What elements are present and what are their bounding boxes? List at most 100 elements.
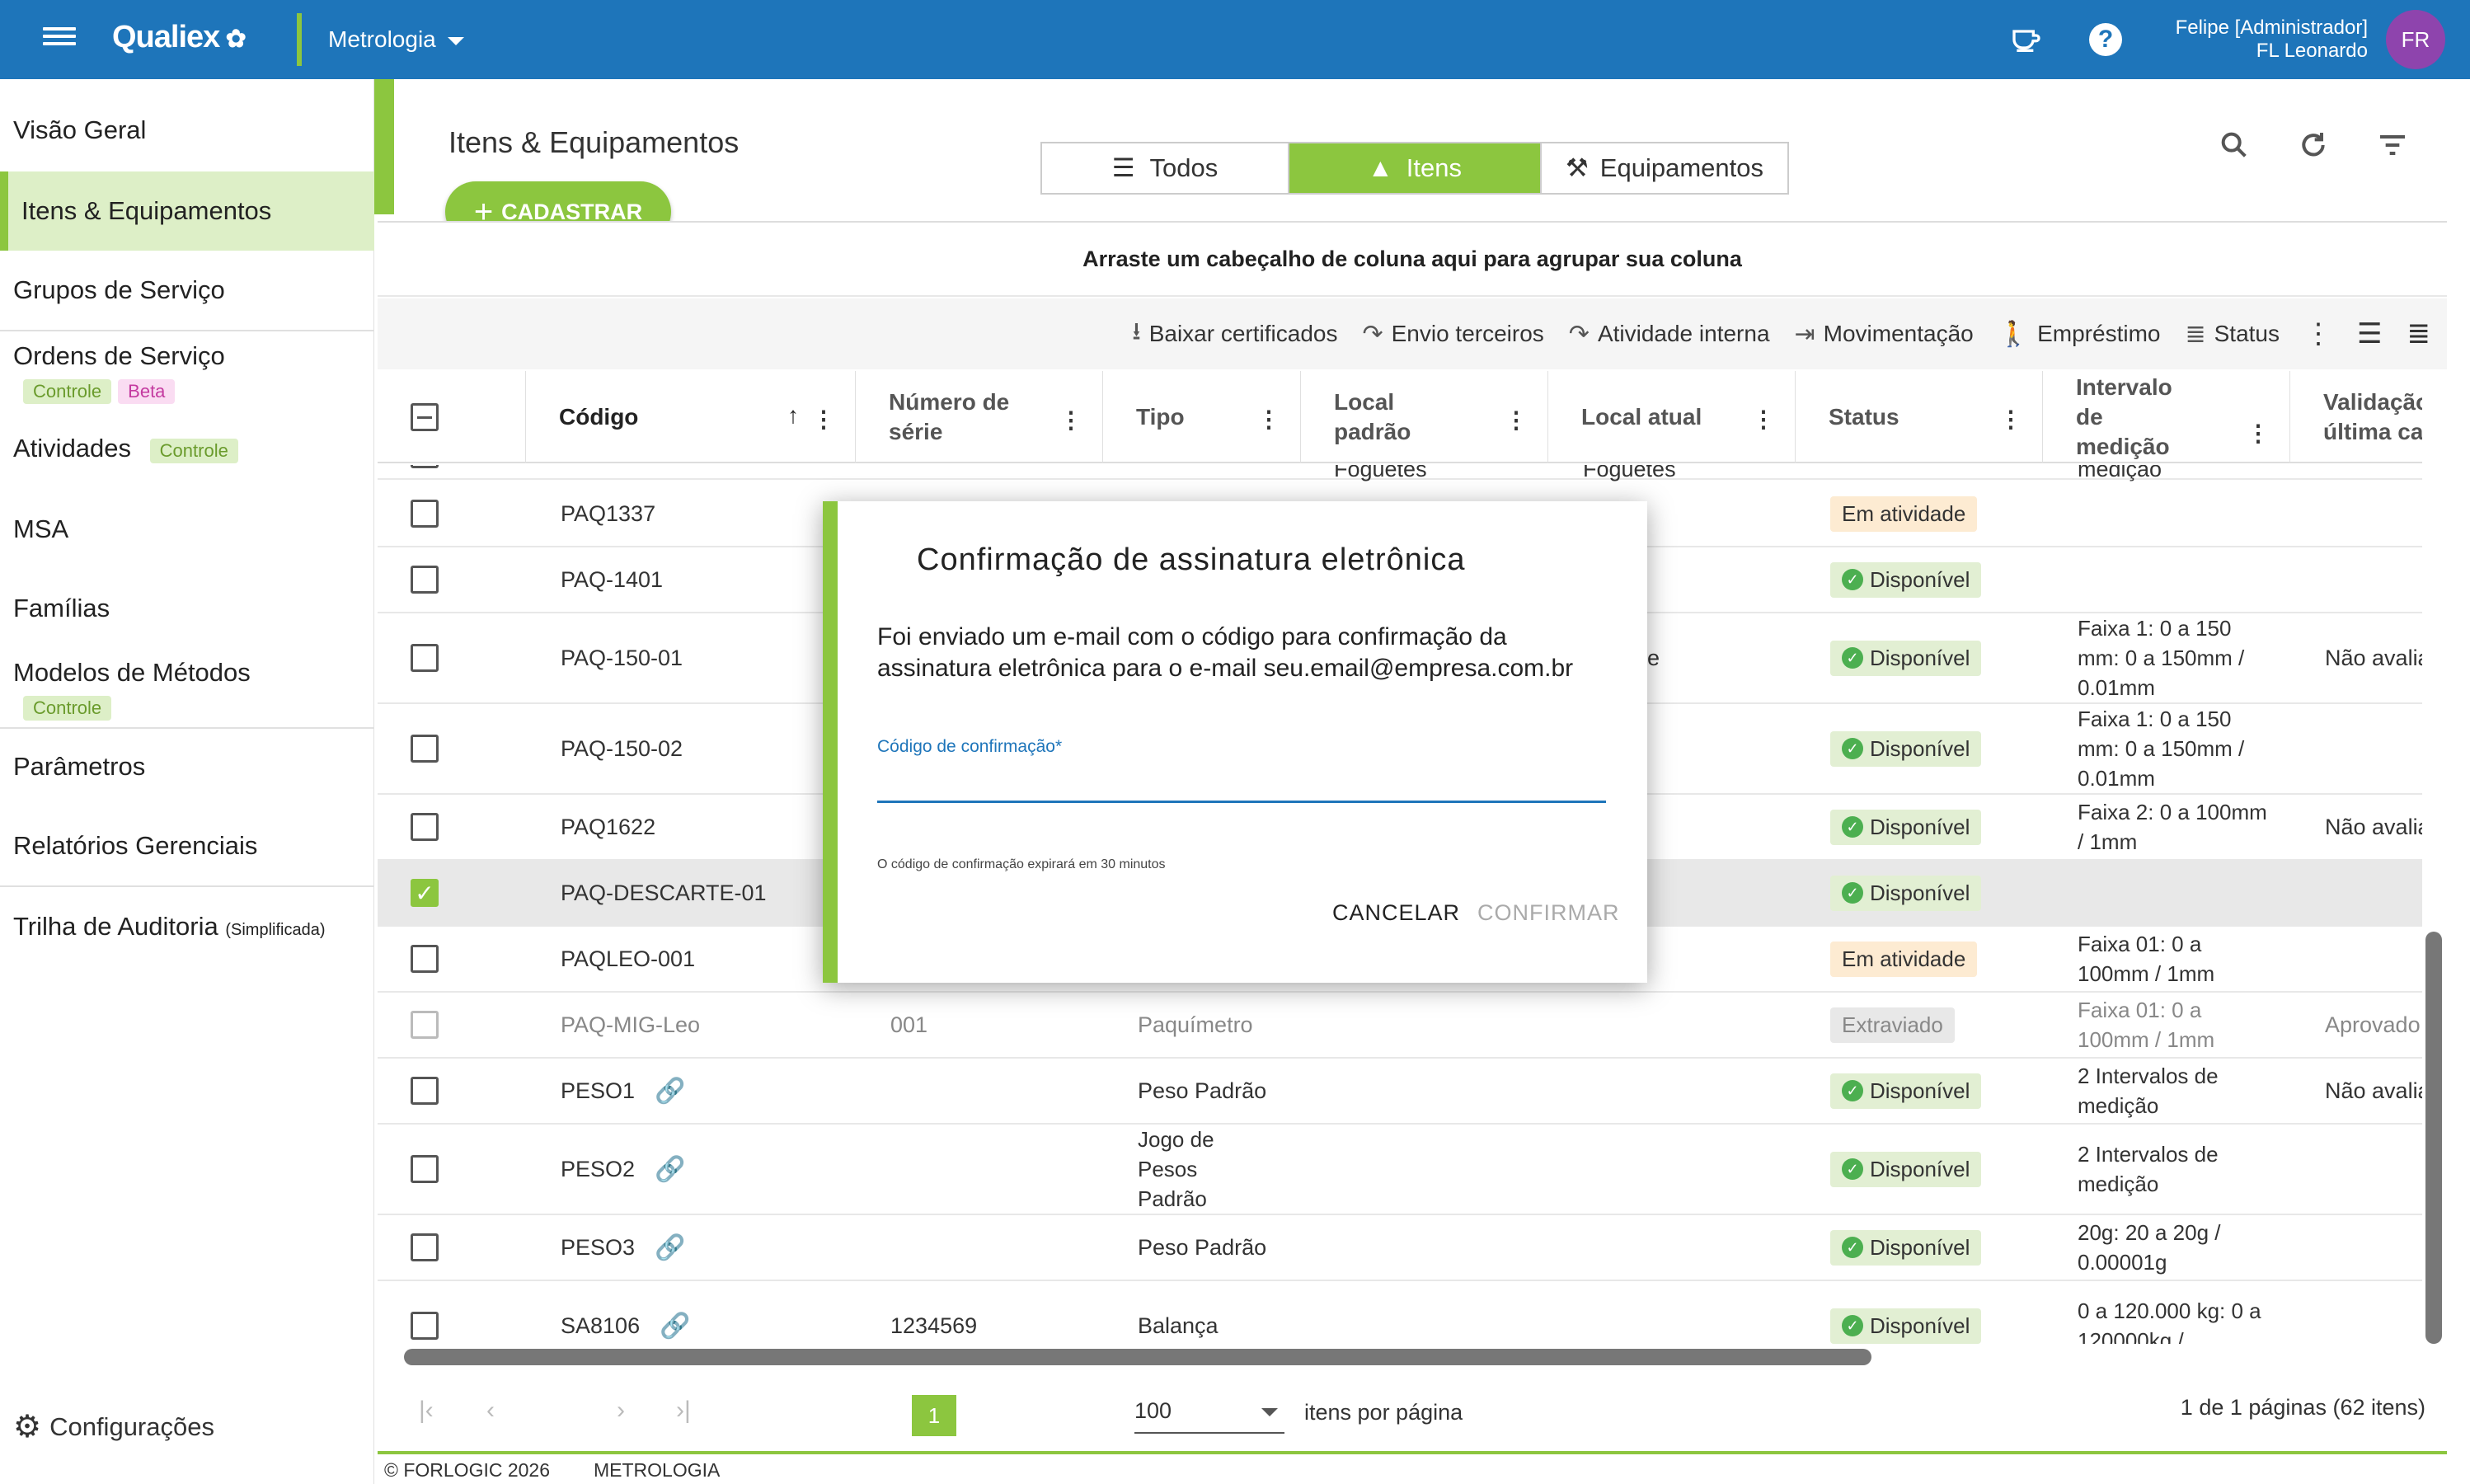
sidebar-item-modelos-metodos[interactable]: Modelos de Métodos Controle xyxy=(0,658,374,721)
status-button[interactable]: ≣ Status xyxy=(2185,320,2280,349)
table-row[interactable]: PAQ-MIG-Leo 001 Paquímetro Extraviado Fa… xyxy=(378,993,2422,1059)
row-checkbox[interactable] xyxy=(411,1077,439,1105)
cell-intervalo: Faixa 2: 0 a 100mm / 1mm xyxy=(2078,800,2267,854)
select-all-checkbox[interactable] xyxy=(411,403,439,431)
cell-validacao: Aprovado xyxy=(2325,1012,2421,1037)
per-page-label: itens por página xyxy=(1304,1400,1463,1425)
page-size-select[interactable]: 100 xyxy=(1134,1398,1284,1434)
pagination-summary: 1 de 1 páginas (62 itens) xyxy=(2180,1395,2425,1420)
table-row[interactable]: Foguetes Foguetes medição xyxy=(378,465,2422,481)
download-certificates-button[interactable]: ⭳ Baixar certificados xyxy=(1132,313,1337,355)
column-header-local-padrao[interactable]: Local padrão ⋮ xyxy=(1301,371,1548,463)
sidebar-item-trilha-auditoria[interactable]: Trilha de Auditoria (Simplificada) xyxy=(0,912,374,942)
filter-icon[interactable] xyxy=(2371,124,2414,167)
module-select[interactable]: Metrologia xyxy=(328,26,464,53)
more-vert-icon[interactable]: ⋮ xyxy=(1059,406,1082,435)
tab-itens[interactable]: ▲ Itens xyxy=(1289,143,1540,193)
cancel-button[interactable]: CANCELAR xyxy=(1332,900,1460,926)
avatar[interactable]: FR xyxy=(2386,10,2445,69)
column-header-validacao[interactable]: Validação última ca xyxy=(2290,371,2422,463)
prev-page-icon[interactable]: ‹ xyxy=(486,1397,495,1425)
column-header-local-atual[interactable]: Local atual ⋮ xyxy=(1548,371,1796,463)
more-vert-icon[interactable]: ⋮ xyxy=(1505,406,1528,435)
last-page-icon[interactable]: ›| xyxy=(676,1397,691,1425)
first-page-icon[interactable]: |‹ xyxy=(419,1397,434,1425)
more-vert-icon[interactable]: ⋮ xyxy=(1257,406,1280,433)
column-header-numero-serie[interactable]: Número de série ⋮ xyxy=(856,371,1103,463)
refresh-icon[interactable] xyxy=(2292,124,2335,167)
table-row[interactable]: SA8106 🔗 1234569 Balança ✓ Disponível 0 a … xyxy=(378,1281,2422,1344)
sidebar-item-visao-geral[interactable]: Visão Geral xyxy=(0,115,374,145)
column-header-intervalo[interactable]: Intervalo de medição ⋮ xyxy=(2043,371,2290,463)
sidebar-item-atividades[interactable]: Atividades Controle xyxy=(0,434,374,463)
column-header-status[interactable]: Status ⋮ xyxy=(1796,371,2043,463)
sidebar-item-parametros[interactable]: Parâmetros xyxy=(0,752,374,782)
row-checkbox[interactable] xyxy=(411,735,439,763)
row-checkbox[interactable] xyxy=(411,1011,439,1039)
density-dense-icon[interactable]: ≣ xyxy=(2407,317,2431,350)
tab-todos[interactable]: ☰ Todos xyxy=(1042,143,1289,193)
row-checkbox[interactable] xyxy=(411,1233,439,1261)
confirmation-code-input[interactable] xyxy=(877,762,1606,803)
redo-icon: ↷ xyxy=(1568,320,1590,348)
link-icon[interactable]: 🔗 xyxy=(655,1155,685,1184)
sidebar-item-msa[interactable]: MSA xyxy=(0,514,374,544)
cell-numero-serie: 001 xyxy=(890,1012,928,1037)
sidebar-item-grupos-servico[interactable]: Grupos de Serviço xyxy=(0,275,374,305)
divider xyxy=(0,885,374,887)
next-page-icon[interactable]: › xyxy=(617,1397,625,1425)
sort-up-icon[interactable]: ↑ xyxy=(787,402,799,429)
link-icon[interactable]: 🔗 xyxy=(660,1312,690,1341)
internal-activity-button[interactable]: ↷ Atividade interna xyxy=(1569,320,1770,349)
search-icon[interactable] xyxy=(2213,124,2256,167)
horizontal-scrollbar[interactable] xyxy=(404,1349,1871,1365)
loan-button[interactable]: 🚶 Empréstimo xyxy=(1998,320,2161,349)
more-vert-icon[interactable]: ⋮ xyxy=(1752,406,1775,433)
menu-icon[interactable] xyxy=(43,23,76,56)
third-party-send-button[interactable]: ↷ Envio terceiros xyxy=(1362,320,1543,349)
user-info[interactable]: Felipe [Administrador] FL Leonardo xyxy=(2176,16,2368,63)
row-checkbox[interactable] xyxy=(411,945,439,973)
row-checkbox[interactable] xyxy=(411,465,439,468)
column-header-codigo[interactable]: Código ↑ ⋮ xyxy=(526,371,856,463)
link-icon[interactable]: 🔗 xyxy=(655,1077,685,1106)
badge-controle: Controle xyxy=(23,696,112,721)
cell-intervalo: Faixa 1: 0 a 150 mm: 0 a 150mm / 0.01mm xyxy=(2078,707,2245,791)
dialog-title: Confirmação de assinatura eletrônica xyxy=(917,542,1466,577)
row-checkbox[interactable] xyxy=(411,1312,439,1340)
vertical-scrollbar[interactable] xyxy=(2425,932,2442,1344)
sidebar-item-familias[interactable]: Famílias xyxy=(0,594,374,623)
column-header-tipo[interactable]: Tipo ⋮ xyxy=(1103,371,1301,463)
brand-logo[interactable]: Qualiex ✿ xyxy=(112,20,247,55)
more-vert-icon[interactable]: ⋮ xyxy=(2247,419,2270,448)
table-row[interactable]: PESO2 🔗 Jogo de Pesos Padrão ✓ Disponível … xyxy=(378,1125,2422,1215)
cell-codigo: PAQ-150-02 xyxy=(561,735,683,761)
row-checkbox[interactable] xyxy=(411,644,439,672)
density-compact-icon[interactable]: ☰ xyxy=(2357,317,2382,350)
coffee-cup-icon[interactable] xyxy=(2008,21,2045,58)
current-page-button[interactable]: 1 xyxy=(912,1395,956,1436)
movement-button[interactable]: ⇥ Movimentação xyxy=(1795,320,1974,349)
sidebar-item-itens-equipamentos[interactable]: Itens & Equipamentos xyxy=(0,171,374,251)
confirm-button[interactable]: CONFIRMAR xyxy=(1477,900,1620,926)
row-checkbox[interactable] xyxy=(411,566,439,594)
more-vert-icon[interactable]: ⋮ xyxy=(1999,406,2022,433)
row-checkbox[interactable] xyxy=(411,813,439,841)
more-vert-icon[interactable]: ⋮ xyxy=(2304,317,2332,350)
table-row[interactable]: PESO3 🔗 Peso Padrão ✓ Disponível 20g: 20 a… xyxy=(378,1215,2422,1281)
link-icon[interactable]: 🔗 xyxy=(655,1233,685,1262)
sidebar-item-relatorios[interactable]: Relatórios Gerenciais xyxy=(0,831,374,861)
tab-equipamentos[interactable]: ⚒ Equipamentos xyxy=(1540,143,1787,193)
group-by-drop-zone[interactable]: Arraste um cabeçalho de coluna aqui para… xyxy=(378,221,2447,297)
cell-intervalo: 20g: 20 a 20g / 0.00001g xyxy=(2078,1220,2221,1275)
table-row[interactable]: PESO1 🔗 Peso Padrão ✓ Disponível 2 Interva… xyxy=(378,1059,2422,1125)
help-icon[interactable]: ? xyxy=(2089,23,2122,56)
cell-codigo: PAQ-MIG-Leo xyxy=(561,1012,701,1037)
sidebar-item-ordens-servico[interactable]: Ordens de Serviço Controle Beta xyxy=(0,341,374,404)
settings-button[interactable]: ⚙ Configurações xyxy=(13,1408,214,1445)
row-checkbox[interactable] xyxy=(411,500,439,528)
row-checkbox[interactable] xyxy=(411,1155,439,1183)
more-vert-icon[interactable]: ⋮ xyxy=(812,406,835,433)
row-checkbox[interactable]: ✓ xyxy=(411,879,439,907)
footer-module: METROLOGIA xyxy=(594,1459,721,1481)
